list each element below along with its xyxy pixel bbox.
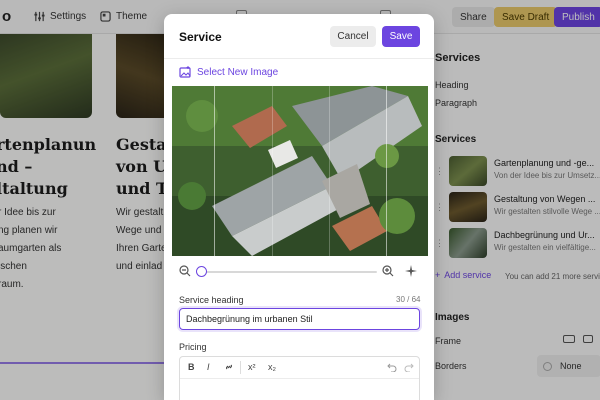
redo-icon[interactable] (404, 363, 414, 372)
bold-button[interactable]: B (188, 362, 195, 372)
pricing-editor[interactable]: B I x² x₂ (179, 356, 420, 400)
heading-char-count: 30 / 64 (396, 295, 421, 304)
image-add-icon (179, 66, 191, 78)
pricing-label: Pricing (179, 342, 207, 352)
zoom-slider-thumb[interactable] (196, 266, 207, 277)
save-button[interactable]: Save (382, 26, 420, 47)
modal-title: Service (179, 30, 222, 44)
subscript-button[interactable]: x₂ (268, 362, 276, 372)
zoom-out-icon[interactable] (179, 265, 191, 277)
undo-icon[interactable] (387, 363, 397, 372)
superscript-button[interactable]: x² (248, 362, 256, 372)
toolbar-divider (240, 361, 241, 374)
service-heading-input[interactable]: Dachbegrünung im urbanen Stil (179, 308, 420, 330)
select-new-image-button[interactable]: Select New Image (179, 66, 278, 78)
editor-toolbar: B I x² x₂ (180, 357, 419, 379)
select-new-image-label: Select New Image (197, 66, 279, 78)
modal-divider (164, 58, 434, 59)
zoom-slider[interactable] (196, 266, 377, 277)
service-image-crop[interactable] (172, 86, 428, 256)
link-icon[interactable] (224, 362, 234, 372)
italic-button[interactable]: I (207, 362, 210, 372)
service-modal: Service Cancel Save Select New Image Ser… (164, 14, 434, 400)
service-heading-label: Service heading (179, 295, 244, 305)
cancel-button[interactable]: Cancel (330, 26, 376, 47)
aerial-rooftop-photo (172, 86, 428, 256)
zoom-in-icon[interactable] (382, 265, 394, 277)
zoom-control (179, 265, 419, 279)
focal-point-icon[interactable] (405, 265, 417, 277)
